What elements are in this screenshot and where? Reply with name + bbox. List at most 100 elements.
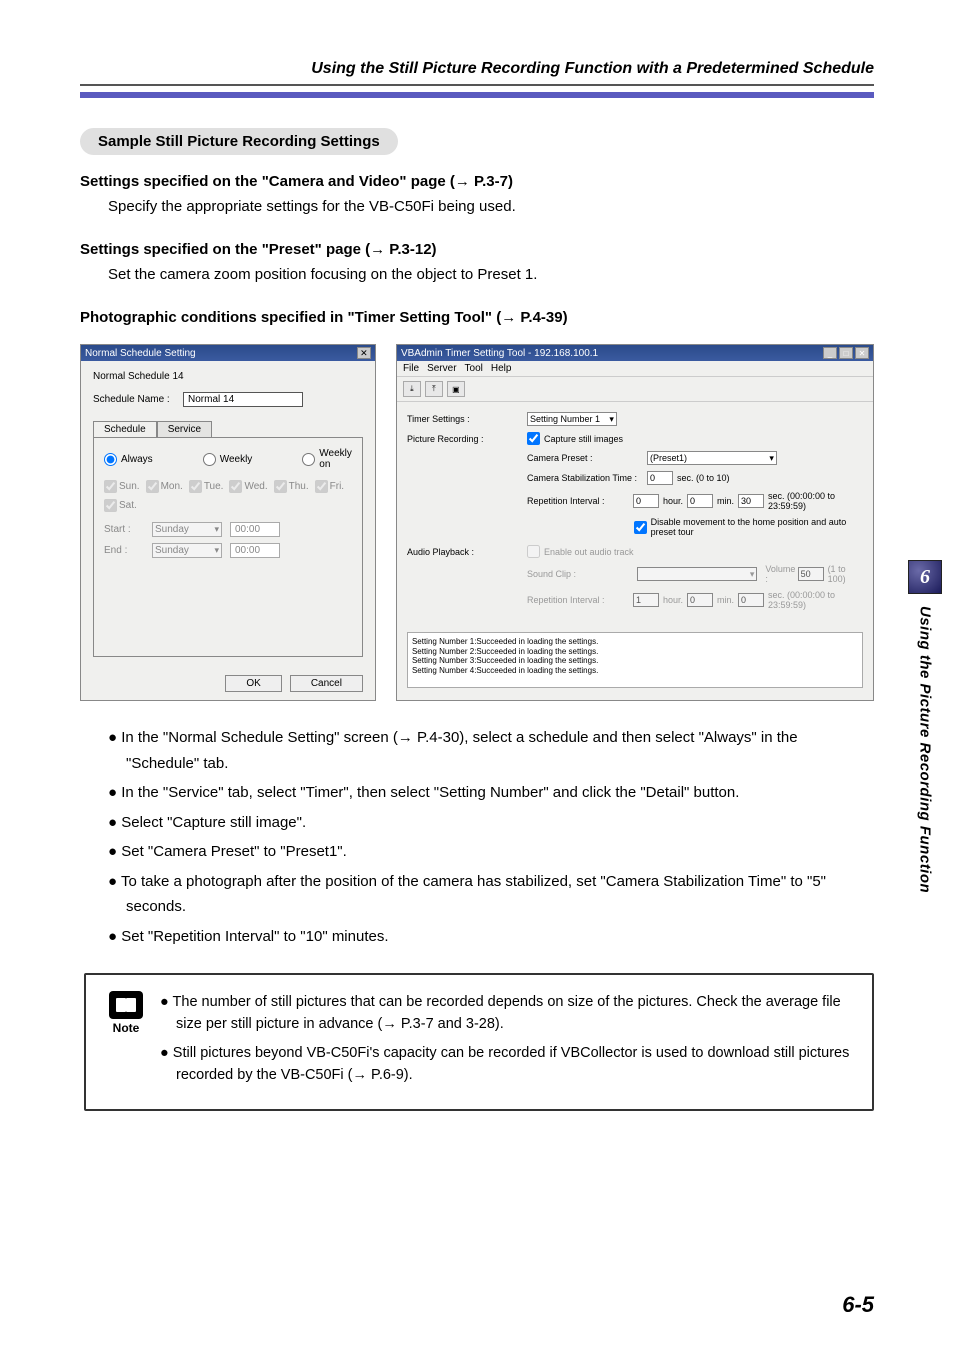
- repetition-label: Repetition Interval :: [527, 496, 633, 506]
- camera-preset-label: Camera Preset :: [527, 453, 647, 463]
- bullet-item: ● Set "Repetition Interval" to "10" minu…: [108, 924, 874, 950]
- section-heading-1: Settings specified on the "Camera and Vi…: [80, 173, 874, 190]
- bullet-item: ● In the "Service" tab, select "Timer", …: [108, 780, 874, 806]
- arrow-icon: →: [455, 173, 470, 190]
- menu-file[interactable]: File: [403, 363, 419, 374]
- day-sun: Sun.: [104, 480, 140, 493]
- menubar: File Server Tool Help: [397, 361, 873, 377]
- log-line: Setting Number 2:Succeeded in loading th…: [412, 647, 858, 657]
- volume-range: (1 to 100): [828, 564, 863, 584]
- stabilization-input[interactable]: [647, 471, 673, 485]
- picture-recording-label: Picture Recording :: [407, 434, 527, 444]
- normal-schedule-dialog: Normal Schedule Setting ✕ Normal Schedul…: [80, 344, 376, 701]
- cancel-button[interactable]: Cancel: [290, 675, 363, 692]
- close-icon[interactable]: ✕: [357, 347, 371, 359]
- menu-server[interactable]: Server: [427, 363, 456, 374]
- schedule-name-label: Schedule Name :: [93, 394, 183, 405]
- rep2-hour: [633, 593, 659, 607]
- tab-service[interactable]: Service: [157, 421, 212, 437]
- h2-title: Settings specified on the "Preset" page …: [80, 241, 370, 258]
- rep-hour-input[interactable]: [633, 494, 659, 508]
- side-tab-text: Using the Picture Recording Function: [917, 606, 934, 893]
- chevron-down-icon: ▾: [214, 545, 219, 556]
- end-time-input: 00:00: [230, 543, 280, 558]
- start-label: Start :: [104, 524, 144, 535]
- end-label: End :: [104, 545, 144, 556]
- note-label: Note: [113, 1021, 140, 1035]
- disable-movement-checkbox[interactable]: Disable movement to the home position an…: [634, 517, 863, 537]
- toolbar-icon-3[interactable]: ▣: [447, 381, 465, 397]
- log-line: Setting Number 4:Succeeded in loading th…: [412, 666, 858, 676]
- chevron-down-icon: ▾: [214, 524, 219, 535]
- day-sat: Sat.: [104, 499, 137, 512]
- section-sub-2: Set the camera zoom position focusing on…: [108, 266, 874, 283]
- close-icon[interactable]: ✕: [855, 347, 869, 359]
- timer-settings-label: Timer Settings :: [407, 414, 527, 424]
- note-box: Note ● The number of still pictures that…: [84, 973, 874, 1111]
- radio-weeklyon-label: Weekly on: [319, 448, 352, 470]
- day-tue: Tue.: [189, 480, 224, 493]
- day-wed: Wed.: [229, 480, 267, 493]
- h1-ref: P.3-7): [470, 173, 513, 190]
- minimize-icon[interactable]: _: [823, 347, 837, 359]
- bullet-item: ● Set "Camera Preset" to "Preset1".: [108, 839, 874, 865]
- header-divider: [80, 92, 874, 98]
- maximize-icon[interactable]: □: [839, 347, 853, 359]
- page-number: 6-5: [842, 1292, 874, 1318]
- bullet-item: ● Select "Capture still image".: [108, 810, 874, 836]
- schedule-name-input[interactable]: [183, 392, 303, 407]
- header-title: Using the Still Picture Recording Functi…: [80, 60, 874, 86]
- log-line: Setting Number 3:Succeeded in loading th…: [412, 656, 858, 666]
- section-sub-1: Specify the appropriate settings for the…: [108, 198, 874, 215]
- h3-title: Photographic conditions specified in "Ti…: [80, 309, 501, 326]
- stabilization-label: Camera Stabilization Time :: [527, 473, 647, 483]
- capture-still-checkbox[interactable]: Capture still images: [527, 432, 623, 445]
- log-line: Setting Number 1:Succeeded in loading th…: [412, 637, 858, 647]
- bullet-item: ● In the "Normal Schedule Setting" scree…: [108, 725, 874, 776]
- camera-preset-select[interactable]: (Preset1)▾: [647, 451, 777, 465]
- rep2-sec: [738, 593, 764, 607]
- radio-weekly[interactable]: Weekly: [203, 448, 253, 470]
- toolbar-icon-1[interactable]: ⤓: [403, 381, 421, 397]
- rep-sec-input[interactable]: [738, 494, 764, 508]
- days-row: Sun. Mon. Tue. Wed. Thu. Fri. Sat.: [104, 480, 352, 512]
- rep2-min: [687, 593, 713, 607]
- start-time-input: 00:00: [230, 522, 280, 537]
- bullet-list: ● In the "Normal Schedule Setting" scree…: [108, 725, 874, 949]
- bullet-item: ● To take a photograph after the positio…: [108, 869, 874, 920]
- menu-tool[interactable]: Tool: [465, 363, 483, 374]
- chevron-down-icon: ▾: [750, 569, 755, 580]
- schedule-tab-panel: Always Weekly Weekly on Sun. Mon. Tue. W…: [93, 437, 363, 657]
- volume-input: [798, 567, 824, 581]
- ok-button[interactable]: OK: [225, 675, 281, 692]
- schedule-number-label: Normal Schedule 14: [93, 371, 363, 382]
- h3-ref: P.4-39): [516, 309, 567, 326]
- toolbar: ⤓ ⤒ ▣: [397, 377, 873, 402]
- rep-min-input[interactable]: [687, 494, 713, 508]
- rep-range: sec. (00:00:00 to 23:59:59): [768, 491, 863, 511]
- arrow-icon: →: [370, 241, 385, 258]
- window-title: VBAdmin Timer Setting Tool - 192.168.100…: [401, 348, 598, 359]
- menu-help[interactable]: Help: [491, 363, 512, 374]
- radio-weeklyon[interactable]: Weekly on: [302, 448, 352, 470]
- sound-clip-select: ▾: [637, 567, 757, 581]
- side-tab: 6 Using the Picture Recording Function: [908, 560, 942, 893]
- timer-setting-tool-window: VBAdmin Timer Setting Tool - 192.168.100…: [396, 344, 874, 701]
- hour-label: hour.: [663, 496, 683, 506]
- window-titlebar: VBAdmin Timer Setting Tool - 192.168.100…: [397, 345, 873, 361]
- toolbar-icon-2[interactable]: ⤒: [425, 381, 443, 397]
- note-item: ● The number of still pictures that can …: [160, 991, 852, 1036]
- tab-schedule[interactable]: Schedule: [93, 421, 157, 437]
- sound-clip-label: Sound Clip :: [527, 569, 637, 579]
- setting-number-select[interactable]: Setting Number 1▾: [527, 412, 617, 426]
- radio-weekly-label: Weekly: [220, 454, 253, 465]
- chevron-down-icon: ▾: [769, 453, 774, 464]
- dialog-title: Normal Schedule Setting: [85, 348, 196, 359]
- radio-always[interactable]: Always: [104, 448, 153, 470]
- radio-always-label: Always: [121, 454, 153, 465]
- arrow-icon: →: [501, 309, 516, 326]
- start-day-select: Sunday▾: [152, 522, 222, 537]
- note-item: ● Still pictures beyond VB-C50Fi's capac…: [160, 1042, 852, 1087]
- dialog-titlebar: Normal Schedule Setting ✕: [81, 345, 375, 361]
- stabilization-suffix: sec. (0 to 10): [677, 473, 730, 483]
